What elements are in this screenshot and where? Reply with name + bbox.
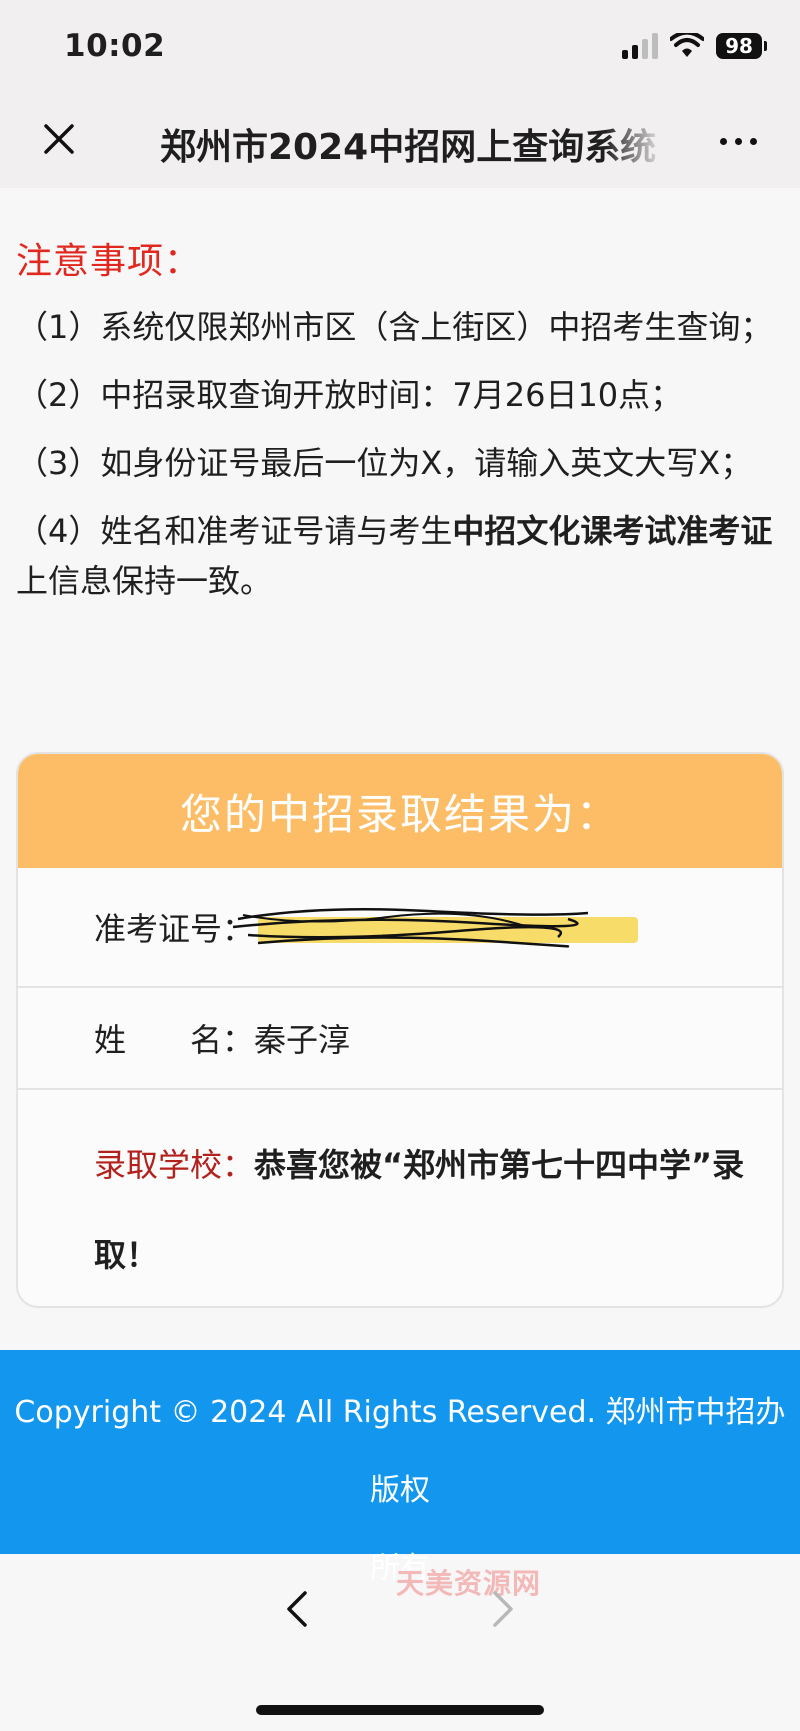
more-horizontal-icon — [719, 137, 727, 145]
chevron-left-icon — [287, 1591, 307, 1627]
close-icon — [44, 124, 74, 154]
school-text-block: 录取学校：恭喜您被“郑州市第七十四中学”录取！ — [94, 1120, 752, 1300]
footer: Copyright © 2024 All Rights Reserved. 郑州… — [0, 1350, 800, 1586]
chevron-right-icon — [493, 1591, 513, 1627]
name-label: 姓 名： — [94, 1021, 255, 1059]
notice-item-4: （4）姓名和准考证号请与考生中招文化课考试准考证上信息保持一致。 — [16, 506, 784, 606]
result-heading: 您的中招录取结果为： — [18, 754, 782, 868]
footer-copyright: Copyright © 2024 All Rights Reserved. 郑州… — [14, 1395, 786, 1508]
name-row: 姓 名： 秦子淳 — [18, 988, 782, 1090]
battery-icon: 98 — [716, 33, 767, 59]
notice-item-3: （3）如身份证号最后一位为X，请输入英文大写X； — [16, 444, 753, 482]
school-row: 录取学校：恭喜您被“郑州市第七十四中学”录取！ — [18, 1090, 782, 1306]
redacted-exam-id — [232, 897, 639, 957]
notice-item-1: （1）系统仅限郑州市区（含上街区）中招考生查询； — [16, 308, 773, 346]
status-time: 10:02 — [64, 28, 166, 64]
notice-item-4-bold: 中招文化课考试准考证 — [452, 512, 773, 550]
notice-section: 注意事项： （1）系统仅限郑州市区（含上街区）中招考生查询； （2）中招录取查询… — [16, 232, 784, 624]
cellular-signal-icon — [622, 33, 658, 59]
notice-item-2: （2）中招录取查询开放时间：7月26日10点； — [16, 376, 683, 414]
home-indicator[interactable] — [256, 1705, 544, 1715]
back-button[interactable] — [272, 1584, 322, 1634]
notice-item-4-prefix: （4）姓名和准考证号请与考生 — [16, 512, 453, 550]
more-options-button[interactable] — [714, 120, 762, 162]
result-card: 您的中招录取结果为： 准考证号： 姓 名： 秦子淳 录取学校：恭喜您被“郑州市第… — [16, 752, 784, 1308]
top-bar: 10:02 98 郑州市2024中招网上查询系统 — [0, 0, 800, 188]
close-button[interactable] — [38, 118, 80, 160]
status-icons: 98 — [622, 33, 767, 59]
name-value: 秦子淳 — [254, 1021, 351, 1059]
forward-button[interactable] — [478, 1584, 528, 1634]
notice-item-4-suffix: 上信息保持一致。 — [16, 562, 273, 600]
exam-id-row: 准考证号： — [18, 868, 782, 988]
wifi-icon — [670, 33, 704, 57]
notice-title: 注意事项： — [16, 241, 202, 282]
school-label: 录取学校： — [94, 1146, 255, 1184]
page-title: 郑州市2024中招网上查询系统 — [160, 127, 657, 168]
